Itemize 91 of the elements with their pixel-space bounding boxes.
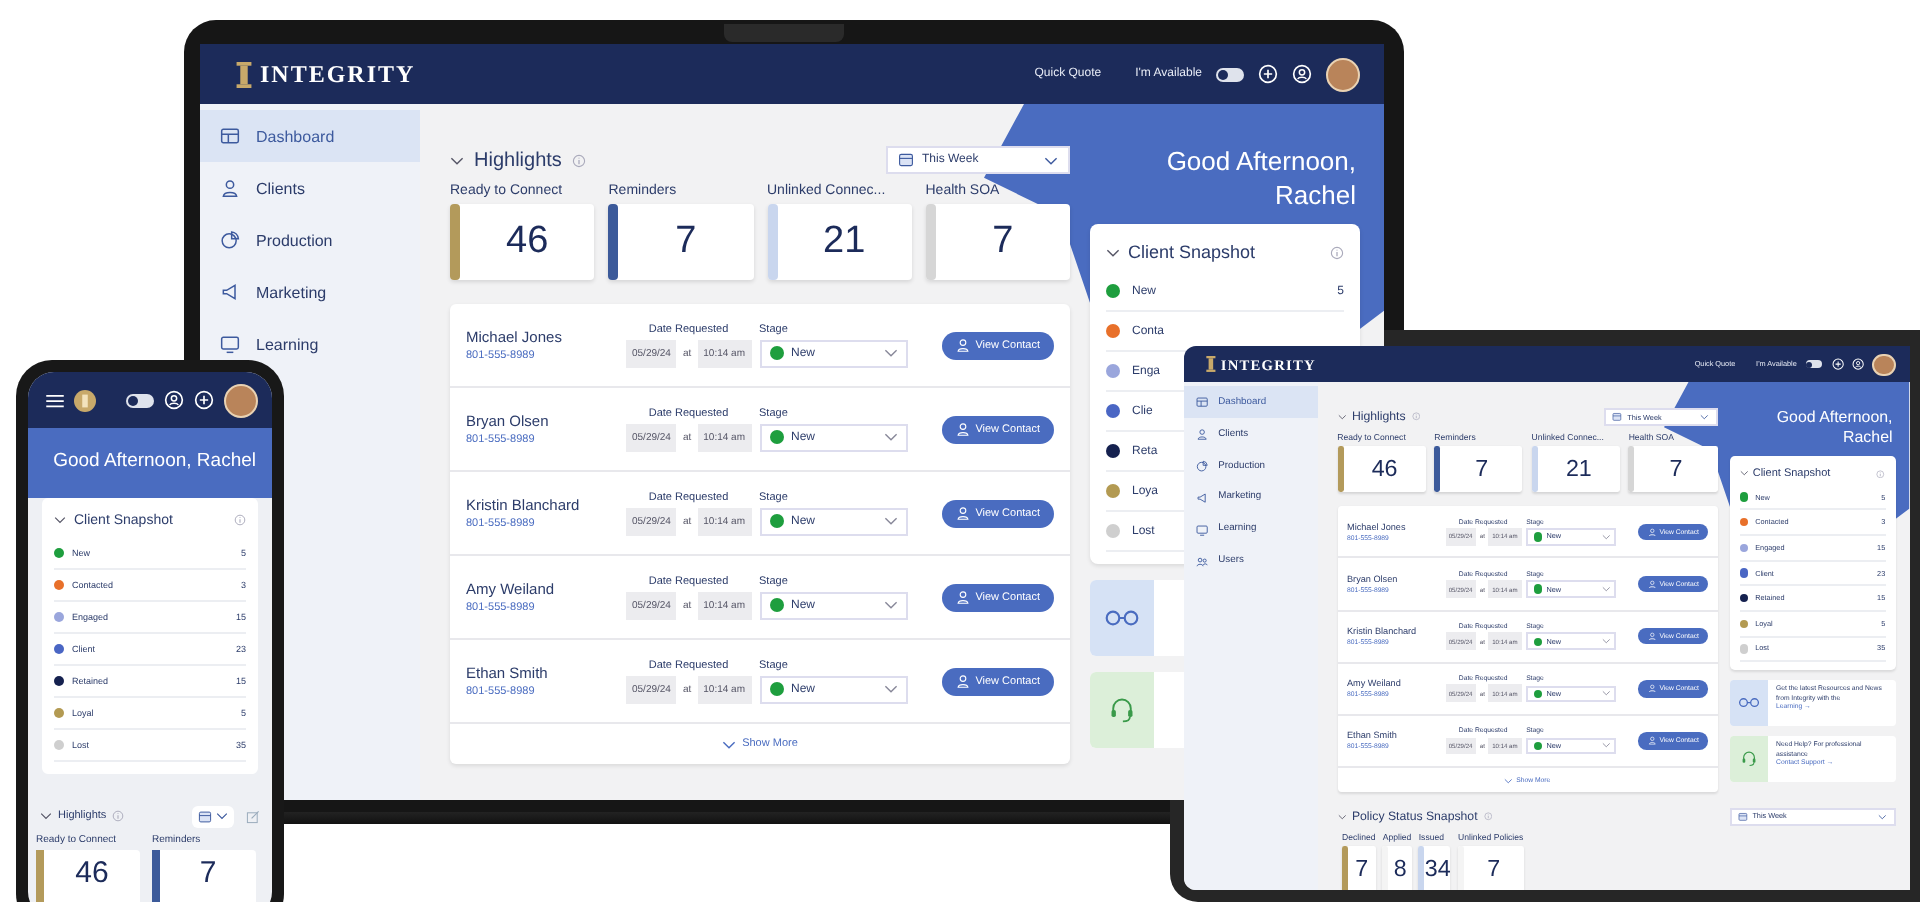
calendar-icon [1612, 412, 1623, 422]
avatar[interactable] [1326, 57, 1360, 91]
sidebar-item[interactable]: Learning [200, 318, 420, 370]
metric-card[interactable]: 8 [1382, 845, 1412, 890]
status-dot [1533, 689, 1542, 698]
status-dot [769, 682, 783, 696]
sidebar-item[interactable]: Clients [200, 162, 420, 214]
metric-card[interactable]: 7 [1628, 445, 1718, 492]
metric-card[interactable]: 7 [925, 204, 1070, 280]
chevron-down-icon [1044, 155, 1058, 165]
camera-notch [724, 24, 844, 42]
chevron-down-icon [216, 812, 228, 820]
person-icon [955, 422, 970, 436]
user-circle-icon[interactable] [164, 390, 184, 410]
pie-chart-icon [220, 230, 240, 250]
metric-card[interactable]: 46 [450, 204, 595, 280]
status-dot [1533, 532, 1542, 542]
metric-card[interactable]: 7 [1434, 445, 1523, 492]
card-title: Client Snapshot [1128, 242, 1256, 262]
metric-card[interactable]: 21 [767, 204, 912, 280]
metric-card[interactable]: 34 [1418, 845, 1451, 890]
metric-value: 7 [1667, 455, 1685, 482]
person-icon [955, 590, 970, 604]
chevron-down-icon[interactable] [1106, 247, 1120, 257]
chevron-down-icon [722, 739, 737, 749]
metric-value: 7 [673, 220, 699, 264]
metric-value: 7 [197, 854, 219, 894]
metric-card[interactable]: 21 [1531, 445, 1621, 492]
greeting: Good Afternoon, Rachel [1164, 144, 1358, 214]
glasses-icon [1738, 694, 1761, 712]
sidebar-item[interactable]: Dashboard [200, 110, 420, 162]
avatar[interactable] [224, 383, 258, 417]
metric-value: 46 [1369, 455, 1400, 482]
chevron-down-icon [883, 684, 897, 694]
metric-card[interactable]: 46 [1337, 445, 1426, 492]
metric-value: 8 [1391, 855, 1409, 882]
sidebar-item[interactable]: Marketing [200, 266, 420, 318]
chevron-down-icon[interactable] [450, 155, 464, 165]
chevron-down-icon [883, 432, 897, 442]
metric-value: 21 [821, 220, 868, 264]
metric-card[interactable]: 7 [1342, 845, 1376, 890]
metric-value: 34 [1424, 855, 1451, 882]
calendar-icon [1737, 811, 1748, 822]
plus-circle-icon[interactable] [194, 390, 214, 410]
availability-toggle[interactable] [126, 393, 154, 407]
greeting: Good Afternoon, Rachel [51, 448, 256, 474]
availability-toggle[interactable] [1805, 360, 1823, 369]
metric-card[interactable]: 7 [1458, 845, 1524, 890]
plus-circle-icon[interactable] [1258, 64, 1278, 84]
status-dot [1533, 584, 1542, 594]
person-icon [955, 674, 970, 688]
status-dot [769, 598, 783, 612]
chevron-down-icon [883, 516, 897, 526]
metric-value: 46 [504, 220, 551, 264]
metric-value: 21 [1563, 455, 1594, 482]
status-dot [769, 430, 783, 444]
logo-icon [236, 61, 252, 87]
menu-icon[interactable] [46, 393, 64, 407]
chevron-down-icon [883, 348, 897, 358]
calendar-icon [198, 809, 212, 823]
logo-text: INTEGRITY [260, 59, 416, 89]
sidebar-item[interactable]: Production [200, 214, 420, 266]
avatar[interactable] [1872, 353, 1896, 376]
monitor-icon [220, 334, 240, 354]
logo-icon [1206, 356, 1216, 373]
megaphone-icon [220, 282, 240, 302]
metric-value: 7 [1485, 855, 1503, 882]
user-circle-icon[interactable] [1292, 64, 1312, 84]
status-dot [1533, 637, 1542, 646]
section-title: Highlights [474, 149, 562, 171]
status-dot [769, 346, 783, 360]
dashboard-icon [220, 126, 240, 146]
chevron-down-icon[interactable] [54, 516, 66, 524]
metric-card[interactable]: 7 [152, 850, 256, 902]
metric-value: 46 [73, 854, 111, 894]
metric-card[interactable]: 7 [608, 204, 753, 280]
metric-value: 7 [990, 220, 1016, 264]
logo-icon [74, 389, 96, 411]
metric-value: 7 [1353, 855, 1371, 882]
availability-toggle[interactable] [1216, 67, 1244, 81]
person-icon [955, 338, 970, 352]
chevron-down-icon[interactable] [40, 812, 52, 820]
metric-card[interactable]: 46 [36, 850, 140, 902]
metric-value: 7 [1473, 455, 1491, 482]
person-icon [955, 506, 970, 520]
period-dropdown[interactable] [192, 805, 234, 827]
status-dot [769, 514, 783, 528]
person-icon [220, 178, 240, 198]
calendar-icon [898, 152, 914, 168]
chevron-down-icon [883, 600, 897, 610]
status-dot [1533, 741, 1542, 751]
